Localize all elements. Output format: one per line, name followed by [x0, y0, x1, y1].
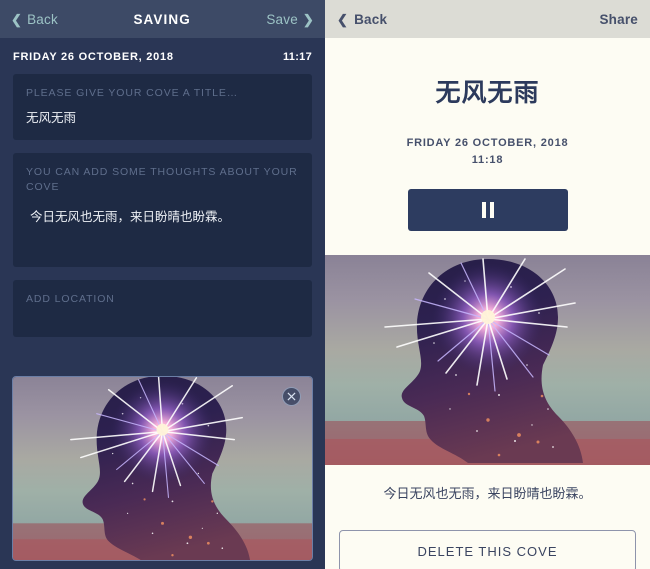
- editor-screen: ❮ Back SAVING Save ❯ FRIDAY 26 OCTOBER, …: [0, 0, 325, 569]
- attached-photo[interactable]: [12, 376, 313, 561]
- share-button[interactable]: Share: [599, 12, 638, 27]
- close-icon-glyph: [287, 392, 296, 401]
- delete-cove-button[interactable]: DELETE THIS COVE: [339, 530, 636, 569]
- cove-caption: 今日无风也无雨，来日盼晴也盼霖。: [383, 486, 592, 501]
- location-field-placeholder: ADD LOCATION: [26, 292, 115, 305]
- title-field-placeholder: PLEASE GIVE YOUR COVE A TITLE…: [26, 87, 239, 99]
- cove-photo-artwork: [325, 255, 650, 465]
- screenshot-root: ❮ Back SAVING Save ❯ FRIDAY 26 OCTOBER, …: [0, 0, 650, 569]
- title-field[interactable]: PLEASE GIVE YOUR COVE A TITLE… 无风无雨: [13, 74, 312, 140]
- back-button[interactable]: ❮ Back: [11, 12, 58, 27]
- save-button[interactable]: Save ❯: [266, 12, 314, 27]
- title-field-value: 无风无雨: [26, 111, 77, 126]
- detail-back-label: Back: [354, 11, 388, 27]
- share-button-label: Share: [599, 11, 638, 27]
- player-controls: [325, 189, 650, 232]
- entry-meta: FRIDAY 26 OCTOBER, 2018 11:17: [0, 38, 325, 74]
- close-icon[interactable]: [282, 387, 301, 406]
- cove-title: 无风无雨: [435, 79, 540, 107]
- pause-icon: [481, 202, 494, 219]
- location-field[interactable]: ADD LOCATION: [13, 279, 312, 337]
- pause-button[interactable]: [407, 189, 568, 232]
- photo-artwork: [13, 377, 312, 560]
- cove-datetime: FRIDAY 26 OCTOBER, 2018 11:18: [325, 135, 650, 169]
- thoughts-field-placeholder: YOU CAN ADD SOME THOUGHTS ABOUT YOUR COV…: [26, 165, 298, 193]
- entry-date: FRIDAY 26 OCTOBER, 2018: [13, 51, 174, 63]
- entry-time: 11:17: [282, 51, 312, 63]
- thoughts-field[interactable]: YOU CAN ADD SOME THOUGHTS ABOUT YOUR COV…: [13, 152, 312, 267]
- page-title: SAVING: [133, 11, 191, 27]
- detail-screen: ❮ Back Share 无风无雨 FRIDAY 26 OCTOBER, 201…: [325, 0, 650, 569]
- editor-navbar: ❮ Back SAVING Save ❯: [0, 0, 325, 38]
- chevron-right-icon: ❯: [302, 11, 314, 27]
- back-button-label: Back: [27, 11, 58, 27]
- chevron-left-icon: ❮: [337, 11, 349, 27]
- chevron-left-icon: ❮: [11, 11, 23, 27]
- cove-date: FRIDAY 26 OCTOBER, 2018: [406, 137, 569, 149]
- thoughts-field-value: 今日无风也无雨，来日盼晴也盼霖。: [30, 210, 231, 225]
- cove-time: 11:18: [471, 154, 504, 167]
- detail-back-button[interactable]: ❮ Back: [337, 12, 387, 27]
- save-button-label: Save: [266, 11, 298, 27]
- detail-navbar: ❮ Back Share: [325, 0, 650, 38]
- cove-photo[interactable]: [325, 255, 650, 465]
